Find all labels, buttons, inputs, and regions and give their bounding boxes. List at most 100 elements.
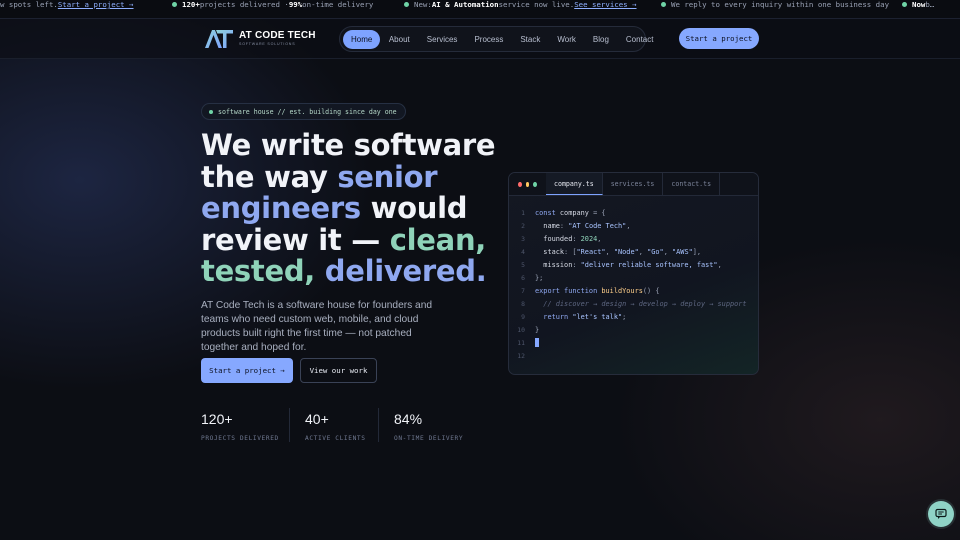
window-controls xyxy=(509,173,546,195)
stat-clients: 40+ ACTIVE CLIENTS xyxy=(305,411,366,442)
code-token: , xyxy=(605,247,614,256)
code-token: "Go" xyxy=(647,247,664,256)
view-work-button[interactable]: View our work xyxy=(300,358,377,383)
stat-label: ACTIVE CLIENTS xyxy=(305,435,366,442)
nav-item-services[interactable]: Services xyxy=(418,30,466,49)
ticker-text: b… xyxy=(925,0,935,9)
header-start-project-button[interactable]: Start a project xyxy=(679,28,759,49)
code-line: 2 name: "AT Code Tech", xyxy=(509,219,758,232)
line-number: 12 xyxy=(517,351,525,360)
headline-accent: clean, xyxy=(389,222,487,257)
headline-accent: engineers xyxy=(201,191,361,225)
hero-headline: We write software the way senior enginee… xyxy=(201,129,501,288)
code-line: 11 xyxy=(509,336,758,349)
nav-item-home[interactable]: Home xyxy=(343,29,381,49)
status-dot-icon xyxy=(661,2,666,7)
stat-value: 84% xyxy=(394,411,423,427)
status-dot-icon xyxy=(209,109,213,114)
code-editor-window: company.ts services.ts contact.ts 1 cons… xyxy=(508,172,759,375)
code-token: : xyxy=(559,221,569,230)
stat-label: ON-TIME DELIVERY xyxy=(394,435,464,442)
logo[interactable]: AT CODE TECH SOFTWARE SOLUTIONS xyxy=(204,29,316,49)
nav-item-blog[interactable]: Blog xyxy=(584,30,617,49)
status-dot-icon xyxy=(172,2,177,7)
code-token: "let's talk" xyxy=(568,312,623,321)
main-nav: Home About Services Process Stack Work B… xyxy=(339,26,653,52)
stat-delivery: 84% ON-TIME DELIVERY xyxy=(394,411,463,442)
ticker-bold: 99% xyxy=(288,0,303,9)
close-dot-icon[interactable] xyxy=(518,181,522,187)
ticker-item: New: AI & Automation service now live. S… xyxy=(404,0,637,9)
tab-company-ts[interactable]: company.ts xyxy=(546,173,603,195)
code-line: 8 // discover → design → develop → deplo… xyxy=(509,297,758,310)
code-token: "deliver reliable software, fast" xyxy=(580,260,718,269)
headline-accent: delivered. xyxy=(315,254,487,288)
hero-eyebrow-pill: software house // est. building since da… xyxy=(201,103,406,120)
code-line: 9 return "let's talk"; xyxy=(509,310,758,323)
announcement-ticker: w spots left. Start a project → 120+ pro… xyxy=(0,0,960,19)
code-token: "AWS" xyxy=(672,247,693,256)
code-token: // discover → design → develop → deploy … xyxy=(535,299,747,308)
tab-contact-ts[interactable]: contact.ts xyxy=(663,173,721,195)
code-token: : [ xyxy=(564,247,577,256)
chat-launcher-button[interactable] xyxy=(928,501,954,527)
stat-label: PROJECTS DELIVERED xyxy=(201,435,279,442)
code-token: stack xyxy=(535,247,565,256)
stat-divider xyxy=(378,408,379,442)
code-token: founded xyxy=(535,234,573,243)
ticker-bold: AI & Automation xyxy=(431,0,499,9)
line-number: 1 xyxy=(521,208,525,217)
start-project-button[interactable]: Start a project → xyxy=(201,358,293,383)
nav-item-process[interactable]: Process xyxy=(466,30,512,49)
ticker-bold: Now xyxy=(912,0,926,9)
nav-item-work[interactable]: Work xyxy=(549,30,585,49)
line-number: 4 xyxy=(521,247,525,256)
tab-services-ts[interactable]: services.ts xyxy=(603,173,664,195)
code-line: 1 const company = { xyxy=(509,206,758,219)
line-number: 6 xyxy=(521,273,525,282)
ticker-item: 120+ projects delivered · 99% on-time de… xyxy=(172,0,373,9)
code-line: 5 mission: "deliver reliable software, f… xyxy=(509,258,758,271)
code-token: "React" xyxy=(576,247,606,256)
nav-item-stack[interactable]: Stack xyxy=(512,30,549,49)
code-token: ], xyxy=(692,247,702,256)
line-number: 10 xyxy=(517,325,525,334)
code-token: company xyxy=(555,208,589,217)
ticker-text: on-time delivery xyxy=(302,0,374,9)
code-token: 2024 xyxy=(580,234,598,243)
code-token: () { xyxy=(642,286,660,295)
ticker-item: w spots left. Start a project → xyxy=(0,0,134,9)
ticker-item: We reply to every inquiry within one bus… xyxy=(661,0,889,9)
code-token: return xyxy=(535,312,569,321)
code-token: mission xyxy=(535,260,573,269)
code-token: export function xyxy=(535,286,598,295)
maximize-dot-icon[interactable] xyxy=(533,181,538,187)
ticker-item: Now b… xyxy=(902,0,934,9)
stat-divider xyxy=(289,408,290,442)
line-number: 3 xyxy=(521,234,525,243)
code-token: name xyxy=(535,221,560,230)
code-line: 4 stack: ["React", "Node", "Go", "AWS"], xyxy=(509,245,758,258)
line-number: 8 xyxy=(521,299,525,308)
code-token: = { xyxy=(588,208,606,217)
code-token: , xyxy=(638,247,648,256)
code-token: }; xyxy=(535,273,544,282)
code-token: } xyxy=(535,325,540,334)
minimize-dot-icon[interactable] xyxy=(525,181,530,187)
ticker-see-services-link[interactable]: See services → xyxy=(574,0,636,9)
nav-item-contact[interactable]: Contact xyxy=(617,30,662,49)
nav-item-about[interactable]: About xyxy=(380,30,418,49)
logo-text: AT CODE TECH SOFTWARE SOLUTIONS xyxy=(239,31,316,47)
pill-text: software house // est. building since da… xyxy=(218,107,397,116)
text-cursor xyxy=(535,338,539,347)
logo-mark-icon xyxy=(205,30,233,48)
ticker-bold: 120+ xyxy=(182,0,200,9)
stat-projects: 120+ PROJECTS DELIVERED xyxy=(201,411,279,442)
ticker-start-project-link[interactable]: Start a project → xyxy=(58,0,134,9)
code-token: , xyxy=(717,260,722,269)
code-token: : xyxy=(572,234,581,243)
ticker-text: We reply to every inquiry within one bus… xyxy=(671,0,890,9)
code-token: ; xyxy=(622,312,627,321)
code-token: "AT Code Tech" xyxy=(568,221,627,230)
logo-tagline: SOFTWARE SOLUTIONS xyxy=(239,42,296,47)
